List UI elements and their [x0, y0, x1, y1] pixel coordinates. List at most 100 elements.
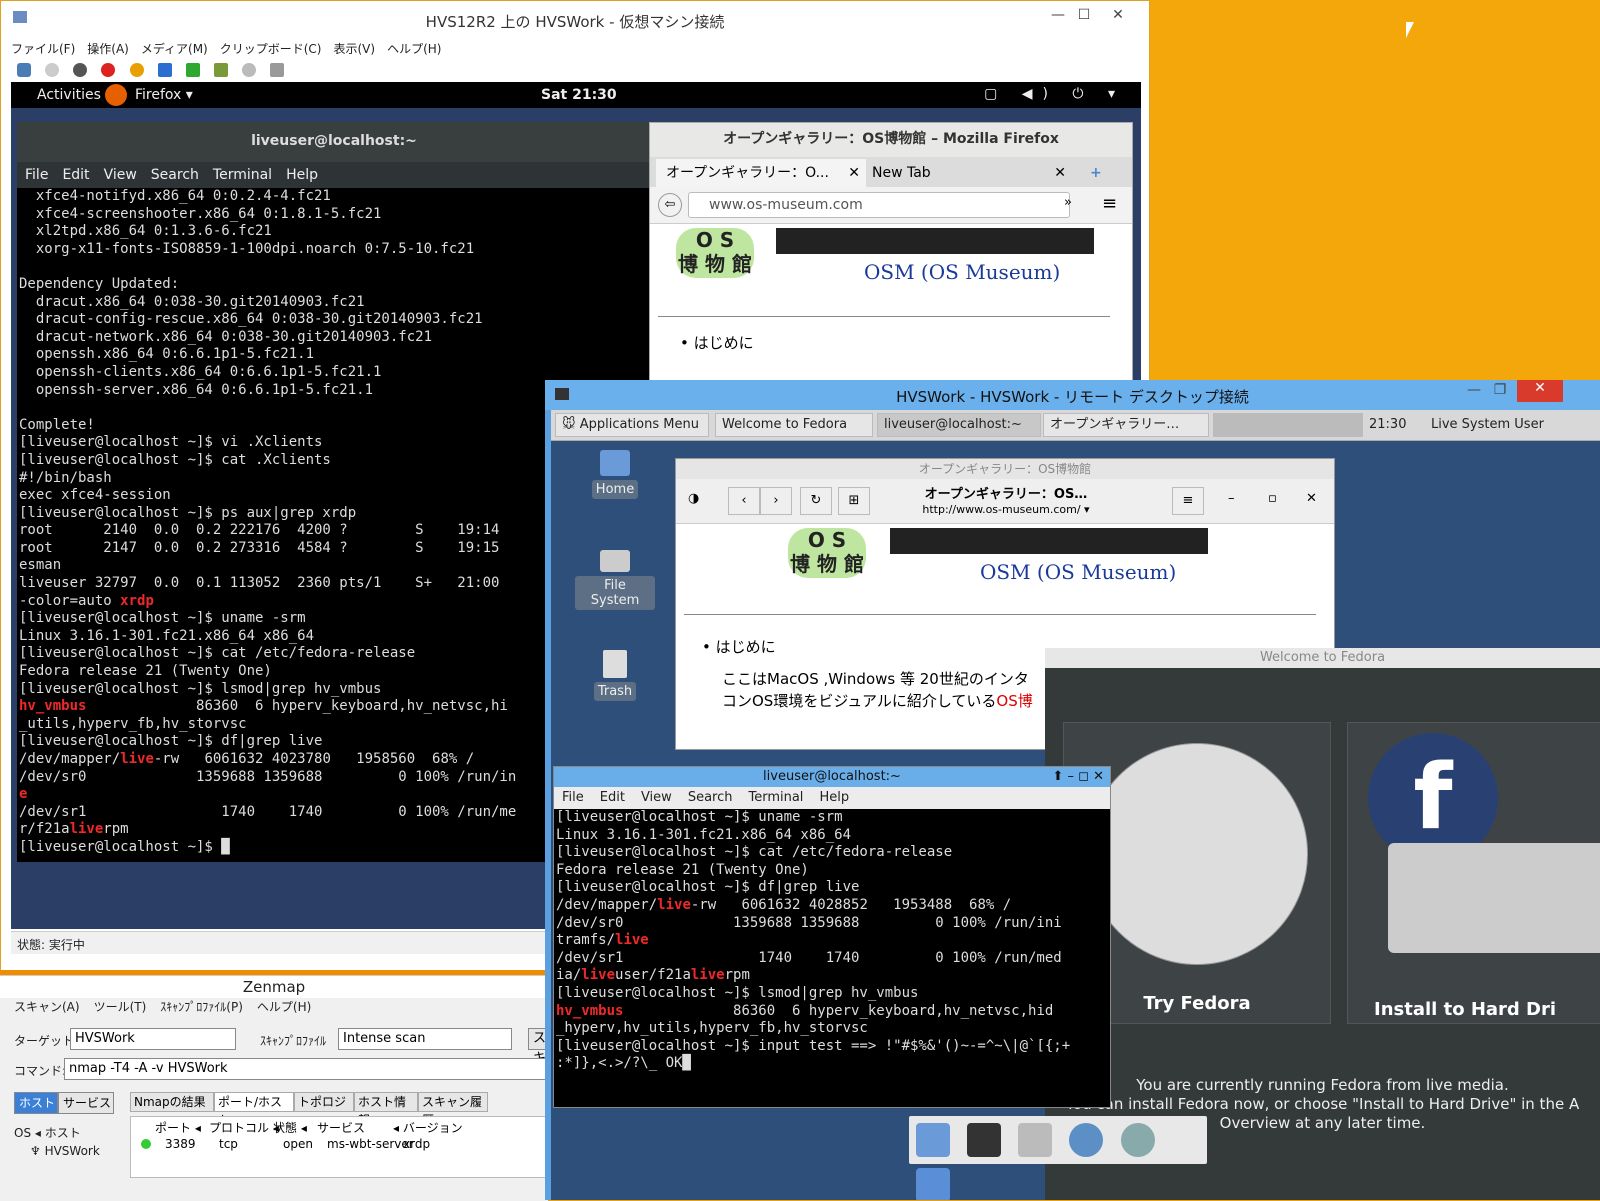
- start-icon[interactable]: [45, 63, 60, 77]
- page-url[interactable]: http://www.os-museum.com/ ▾: [876, 503, 1136, 516]
- taskbar-firefox[interactable]: オープンギャラリー…: [1043, 413, 1209, 437]
- clock[interactable]: Sat 21:30: [541, 87, 617, 103]
- menu-item-5[interactable]: ヘルプ(H): [387, 37, 441, 57]
- menu-item-4[interactable]: Terminal: [748, 790, 803, 805]
- menu-item-2[interactable]: View: [641, 790, 672, 805]
- desktop-trash[interactable]: Trash: [575, 650, 655, 701]
- minimize-button[interactable]: —: [1461, 382, 1487, 402]
- workspace-switcher[interactable]: [1213, 413, 1363, 437]
- desktop-filesystem[interactable]: File System: [575, 550, 655, 610]
- hosts-button[interactable]: ホスト: [14, 1092, 58, 1114]
- web-browser-icon[interactable]: [1069, 1123, 1104, 1157]
- menu-item-5[interactable]: Help: [819, 790, 849, 805]
- menu-item-2[interactable]: View: [104, 167, 137, 183]
- tab-2[interactable]: トポロジー: [294, 1092, 354, 1127]
- activities-button[interactable]: Activities: [37, 87, 101, 103]
- profile-select[interactable]: Intense scan: [338, 1028, 512, 1050]
- menu-item-2[interactable]: メディア(M): [141, 37, 208, 57]
- menu-item-4[interactable]: Terminal: [213, 167, 272, 183]
- applications-menu-button[interactable]: 🐭 Applications Menu: [555, 413, 709, 437]
- restore-button[interactable]: ❐: [1487, 382, 1513, 402]
- bullet-intro[interactable]: • はじめに: [702, 636, 776, 657]
- menu-item-3[interactable]: クリップボード(C): [220, 37, 322, 57]
- forward-button[interactable]: ›: [760, 487, 792, 515]
- back-button[interactable]: ‹: [728, 487, 760, 515]
- back-icon[interactable]: ⇦: [658, 193, 682, 217]
- hamburger-menu-icon[interactable]: ≡: [1102, 193, 1117, 214]
- menu-button[interactable]: ≡: [1172, 487, 1204, 515]
- folder-icon[interactable]: [916, 1168, 950, 1200]
- terminal-icon[interactable]: [967, 1123, 1002, 1157]
- close-button[interactable]: ✕: [1105, 7, 1131, 27]
- new-tab-button[interactable]: +: [1080, 159, 1120, 187]
- menu-item-1[interactable]: 操作(A): [87, 37, 129, 57]
- menu-item-0[interactable]: ファイル(F): [11, 37, 75, 57]
- taskbar-terminal[interactable]: liveuser@localhost:~: [877, 413, 1041, 437]
- resume-icon[interactable]: [185, 63, 200, 77]
- save-state-icon[interactable]: [129, 63, 144, 77]
- turn-off-icon[interactable]: [73, 63, 88, 77]
- tab-4[interactable]: スキャン履歴: [418, 1092, 488, 1127]
- app-menu-button[interactable]: Firefox ▾: [135, 87, 193, 103]
- window-controls[interactable]: ⬆ – ◻ ✕: [1053, 767, 1104, 787]
- menu-item-1[interactable]: Edit: [62, 167, 89, 183]
- menu-item-0[interactable]: File: [562, 790, 584, 805]
- column-header[interactable]: サービス: [317, 1119, 365, 1136]
- minimize-button[interactable]: —: [1045, 7, 1071, 27]
- close-button[interactable]: ✕: [1517, 380, 1563, 402]
- menu-item-3[interactable]: Search: [688, 790, 733, 805]
- column-header[interactable]: 状態 ◂: [273, 1119, 307, 1136]
- reload-button[interactable]: ↻: [800, 487, 832, 515]
- menu-item-1[interactable]: Edit: [600, 790, 625, 805]
- tab-new[interactable]: New Tab ✕: [862, 159, 1072, 187]
- menu-item-1[interactable]: ツール(T): [94, 1000, 147, 1014]
- target-select[interactable]: HVSWork: [70, 1028, 236, 1050]
- terminal-output[interactable]: [liveuser@localhost ~]$ uname -srm Linux …: [554, 809, 1110, 1073]
- bullet-intro[interactable]: • はじめに: [680, 332, 754, 353]
- enhanced-session-icon[interactable]: [270, 63, 285, 77]
- taskbar-welcome[interactable]: Welcome to Fedora: [715, 413, 873, 437]
- pause-icon[interactable]: [157, 63, 172, 77]
- services-button[interactable]: サービス: [58, 1092, 114, 1114]
- desktop-home[interactable]: Home: [575, 450, 655, 499]
- xfce-terminal-window: liveuser@localhost:~ ⬆ – ◻ ✕ File Edit Vie…: [553, 766, 1111, 1108]
- search-icon[interactable]: [1120, 1123, 1155, 1157]
- tab-1[interactable]: ポート/ホスト: [214, 1092, 294, 1127]
- revert-icon[interactable]: [242, 63, 257, 77]
- tab-os-museum[interactable]: オープンギャラリー：O... ✕: [656, 159, 866, 187]
- close-button[interactable]: ✕: [1306, 491, 1317, 506]
- tab-0[interactable]: Nmapの結果: [130, 1092, 214, 1112]
- column-header[interactable]: ポート ◂: [155, 1119, 201, 1136]
- overflow-icon[interactable]: »: [1064, 195, 1072, 210]
- menu-item-0[interactable]: File: [25, 167, 48, 183]
- menu-item-4[interactable]: 表示(V): [334, 37, 376, 57]
- system-tray-icons[interactable]: ▢ ◀) ⏻ ▾: [984, 86, 1125, 102]
- panel-clock[interactable]: 21:30: [1369, 417, 1406, 432]
- page-heading: オープンギャラリー：OS…: [924, 487, 1088, 502]
- new-tab-button[interactable]: ⊞: [838, 487, 870, 515]
- file-manager-icon[interactable]: [916, 1123, 950, 1157]
- close-tab-icon[interactable]: ✕: [848, 159, 860, 187]
- url-bar[interactable]: www.os-museum.com: [688, 192, 1070, 218]
- host-entry[interactable]: ♆ HVSWork: [30, 1144, 100, 1158]
- menu-item-5[interactable]: Help: [286, 167, 318, 183]
- column-header[interactable]: ◂ バージョン: [393, 1119, 463, 1136]
- menu-item-2[interactable]: ｽｷｬﾝﾌﾟﾛﾌｧｲﾙ(P): [160, 1000, 243, 1014]
- maximize-button[interactable]: ▫: [1268, 491, 1277, 506]
- maximize-button[interactable]: ☐: [1071, 7, 1097, 27]
- cabinet-icon[interactable]: [1018, 1123, 1053, 1157]
- menu-item-3[interactable]: Search: [151, 167, 199, 183]
- menu-item-0[interactable]: スキャン(A): [14, 1000, 80, 1014]
- user-menu[interactable]: Live System User: [1431, 417, 1544, 432]
- menu-item-3[interactable]: ヘルプ(H): [257, 1000, 311, 1014]
- minimize-button[interactable]: –: [1228, 491, 1235, 506]
- column-header[interactable]: プロトコル ◂: [209, 1119, 279, 1136]
- close-tab-icon[interactable]: ✕: [1054, 159, 1066, 187]
- shutdown-icon[interactable]: [101, 63, 116, 77]
- ctrl-alt-del-icon[interactable]: [17, 63, 31, 77]
- install-button[interactable]: f Install to Hard Dri: [1347, 722, 1600, 1024]
- table-row[interactable]: 3389 tcp open ms-wbt-server xrdp: [131, 1135, 545, 1155]
- checkpoint-icon[interactable]: [213, 63, 228, 77]
- tab-3[interactable]: ホスト情報: [354, 1092, 418, 1127]
- command-field[interactable]: nmap -T4 -A -v HVSWork: [64, 1058, 546, 1080]
